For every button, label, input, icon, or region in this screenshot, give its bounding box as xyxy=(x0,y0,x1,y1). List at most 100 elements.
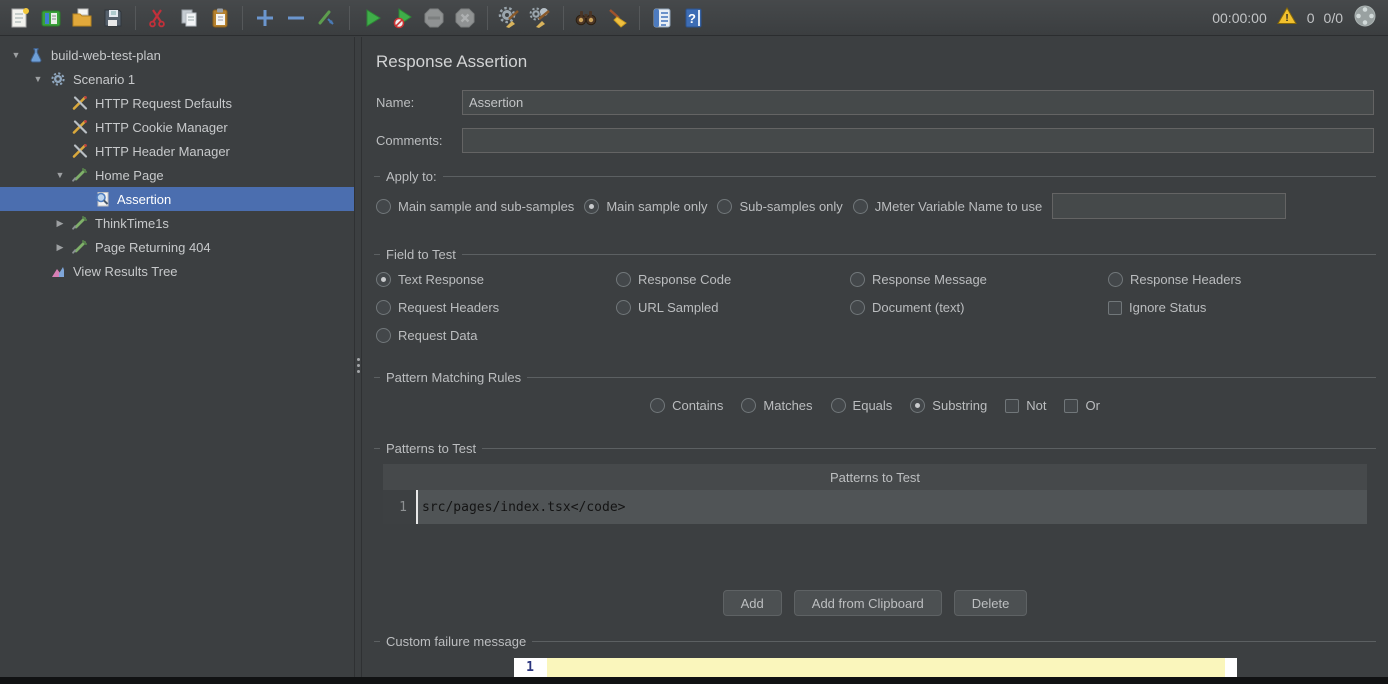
radio-jmeter-variable[interactable]: JMeter Variable Name to use xyxy=(853,199,1042,214)
new-file-icon[interactable] xyxy=(6,4,34,32)
radio-response-code[interactable]: Response Code xyxy=(616,272,850,287)
radio-main-sample-only[interactable]: Main sample only xyxy=(584,199,707,214)
radio-icon[interactable] xyxy=(616,272,631,287)
radio-icon[interactable] xyxy=(376,328,391,343)
start-no-timers-icon[interactable] xyxy=(389,4,417,32)
checkbox-icon[interactable] xyxy=(1064,399,1078,413)
radio-icon[interactable] xyxy=(376,199,391,214)
checkbox-not[interactable]: Not xyxy=(1005,398,1046,413)
radio-equals[interactable]: Equals xyxy=(831,398,893,413)
radio-selected-icon[interactable] xyxy=(376,272,391,287)
radio-url-sampled[interactable]: URL Sampled xyxy=(616,300,850,315)
pattern-row[interactable]: 1 src/pages/index.tsx</code> xyxy=(383,490,1367,524)
radio-response-headers[interactable]: Response Headers xyxy=(1108,272,1374,287)
radio-selected-icon[interactable] xyxy=(584,199,599,214)
comments-input[interactable] xyxy=(462,128,1374,153)
search-reset-icon[interactable] xyxy=(603,4,631,32)
search-icon[interactable] xyxy=(572,4,600,32)
radio-icon[interactable] xyxy=(717,199,732,214)
open-file-icon[interactable] xyxy=(68,4,96,32)
pattern-rules-legend: Pattern Matching Rules xyxy=(386,370,521,385)
name-input[interactable] xyxy=(462,90,1374,115)
radio-icon[interactable] xyxy=(650,398,665,413)
paste-icon[interactable] xyxy=(206,4,234,32)
cut-icon[interactable] xyxy=(144,4,172,32)
svg-text:?: ? xyxy=(688,11,696,26)
editor-line-number: 1 xyxy=(514,658,547,677)
radio-request-data[interactable]: Request Data xyxy=(376,328,616,343)
patterns-legend: Patterns to Test xyxy=(386,441,476,456)
thread-group-icon xyxy=(48,70,68,88)
editor-scrollbar[interactable] xyxy=(1225,658,1237,677)
radio-selected-icon[interactable] xyxy=(910,398,925,413)
tree-item-thinktime1s[interactable]: ▶ ThinkTime1s xyxy=(0,211,354,235)
function-helper-icon[interactable] xyxy=(648,4,676,32)
radio-main-sample-and-subsamples[interactable]: Main sample and sub-samples xyxy=(376,199,574,214)
pattern-matching-rules-group: Pattern Matching Rules Contains Matches … xyxy=(374,370,1376,429)
stop-icon[interactable] xyxy=(420,4,448,32)
radio-icon[interactable] xyxy=(741,398,756,413)
radio-contains[interactable]: Contains xyxy=(650,398,723,413)
checkbox-ignore-status[interactable]: Ignore Status xyxy=(1108,300,1374,315)
tree-item-home-page[interactable]: ▼ Home Page xyxy=(0,163,354,187)
page-title: Response Assertion xyxy=(376,52,1388,72)
tree-item-http-request-defaults[interactable]: HTTP Request Defaults xyxy=(0,91,354,115)
log-warning-icon[interactable]: ! xyxy=(1276,5,1298,30)
clear-icon[interactable] xyxy=(496,4,524,32)
editor-text-area[interactable] xyxy=(547,658,1225,677)
radio-subsamples-only[interactable]: Sub-samples only xyxy=(717,199,842,214)
tree-item-http-cookie-manager[interactable]: HTTP Cookie Manager xyxy=(0,115,354,139)
start-icon[interactable] xyxy=(358,4,386,32)
save-icon[interactable] xyxy=(99,4,127,32)
thread-count: 0/0 xyxy=(1324,10,1343,26)
radio-substring[interactable]: Substring xyxy=(910,398,987,413)
shutdown-icon[interactable] xyxy=(451,4,479,32)
help-icon[interactable]: ? xyxy=(679,4,707,32)
checkbox-icon[interactable] xyxy=(1108,301,1122,315)
toolbar-separator xyxy=(487,6,488,30)
radio-icon[interactable] xyxy=(376,300,391,315)
clear-all-icon[interactable] xyxy=(527,4,555,32)
pattern-cell-value[interactable]: src/pages/index.tsx</code> xyxy=(418,490,1367,524)
radio-icon[interactable] xyxy=(831,398,846,413)
checkbox-or[interactable]: Or xyxy=(1064,398,1099,413)
tree-item-test-plan[interactable]: ▼ build-web-test-plan xyxy=(0,43,354,67)
splitter-grip-icon[interactable] xyxy=(357,355,360,376)
remove-element-icon[interactable] xyxy=(282,4,310,32)
collapsed-arrow-icon[interactable]: ▶ xyxy=(50,218,70,229)
tree-item-thread-group[interactable]: ▼ Scenario 1 xyxy=(0,67,354,91)
templates-icon[interactable] xyxy=(37,4,65,32)
panel-splitter[interactable] xyxy=(354,37,362,677)
expanded-arrow-icon[interactable]: ▼ xyxy=(6,50,26,60)
tree-item-http-header-manager[interactable]: HTTP Header Manager xyxy=(0,139,354,163)
tree-item-page-returning-404[interactable]: ▶ Page Returning 404 xyxy=(0,235,354,259)
expanded-arrow-icon[interactable]: ▼ xyxy=(28,74,48,84)
radio-document-text[interactable]: Document (text) xyxy=(850,300,1108,315)
radio-response-message[interactable]: Response Message xyxy=(850,272,1108,287)
tree-item-assertion[interactable]: Assertion xyxy=(0,187,354,211)
radio-matches[interactable]: Matches xyxy=(741,398,812,413)
radio-icon[interactable] xyxy=(853,199,868,214)
radio-icon[interactable] xyxy=(1108,272,1123,287)
jmeter-variable-input[interactable] xyxy=(1052,193,1286,219)
radio-request-headers[interactable]: Request Headers xyxy=(376,300,616,315)
config-element-icon xyxy=(70,118,90,136)
toggle-element-icon[interactable] xyxy=(313,4,341,32)
checkbox-icon[interactable] xyxy=(1005,399,1019,413)
radio-icon[interactable] xyxy=(616,300,631,315)
config-element-icon xyxy=(70,94,90,112)
copy-icon[interactable] xyxy=(175,4,203,32)
expanded-arrow-icon[interactable]: ▼ xyxy=(50,170,70,180)
collapsed-arrow-icon[interactable]: ▶ xyxy=(50,242,70,253)
add-element-icon[interactable] xyxy=(251,4,279,32)
tree-item-view-results-tree[interactable]: View Results Tree xyxy=(0,259,354,283)
delete-button[interactable]: Delete xyxy=(954,590,1028,616)
custom-failure-editor[interactable]: 1 xyxy=(514,658,1237,677)
add-from-clipboard-button[interactable]: Add from Clipboard xyxy=(794,590,942,616)
radio-icon[interactable] xyxy=(850,300,865,315)
pattern-buttons-row: Add Add from Clipboard Delete xyxy=(362,590,1388,616)
radio-icon[interactable] xyxy=(850,272,865,287)
radio-text-response[interactable]: Text Response xyxy=(376,272,616,287)
add-button[interactable]: Add xyxy=(723,590,782,616)
patterns-table: Patterns to Test 1 src/pages/index.tsx</… xyxy=(383,464,1367,524)
